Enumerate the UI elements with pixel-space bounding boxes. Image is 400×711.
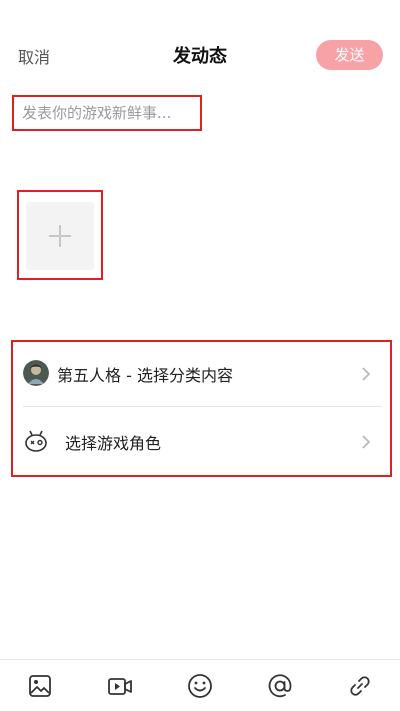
- role-label: 选择游戏角色: [65, 434, 162, 453]
- add-media-container: [17, 190, 103, 280]
- send-button[interactable]: 发送: [316, 40, 383, 70]
- select-role-row[interactable]: 选择游戏角色: [13, 408, 390, 472]
- header: 取消 发动态 发送: [0, 0, 400, 110]
- select-category-row[interactable]: 第五人格 - 选择分类内容: [13, 342, 390, 406]
- category-label: 第五人格 - 选择分类内容: [57, 366, 233, 385]
- divider: [23, 406, 381, 407]
- post-text-input[interactable]: [14, 97, 200, 129]
- emoji-icon[interactable]: [186, 672, 214, 700]
- link-icon[interactable]: [346, 672, 374, 700]
- gamepad-icon: [23, 428, 49, 454]
- mention-icon[interactable]: [266, 672, 294, 700]
- post-input-container: [12, 95, 202, 131]
- bottom-toolbar: [0, 660, 400, 711]
- game-avatar: [23, 360, 49, 386]
- chevron-right-icon: [360, 432, 372, 452]
- plus-icon-vertical: [59, 225, 61, 247]
- chevron-right-icon: [360, 364, 372, 384]
- options-list: 第五人格 - 选择分类内容 选择游戏角色: [11, 340, 392, 477]
- image-icon[interactable]: [26, 672, 54, 700]
- video-icon[interactable]: [106, 672, 134, 700]
- add-media-button[interactable]: [26, 202, 94, 270]
